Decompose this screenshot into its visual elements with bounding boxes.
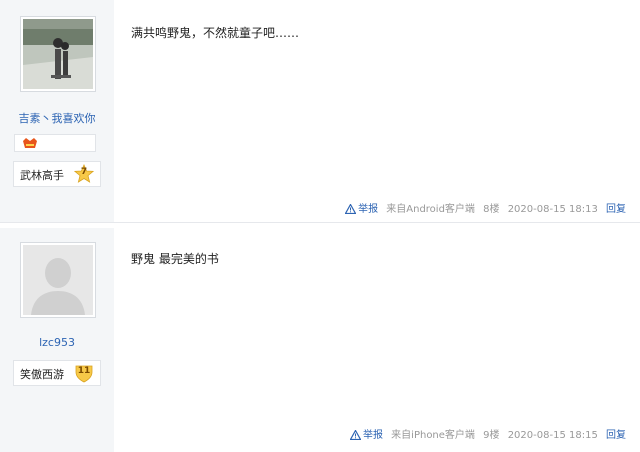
reply-button[interactable]: 回复 [606,204,626,215]
report-label: 举报 [358,204,379,215]
member-badge-icon [23,138,37,148]
avatar[interactable] [20,16,96,92]
level-name: 笑傲西游 [20,368,64,381]
level-name: 武林高手 [20,169,64,182]
client-source: 来自Android客户端 [386,204,475,215]
username-link[interactable]: 吉素丶我喜欢你 [0,110,114,126]
level-star-icon: 7 [74,164,94,184]
post-content: 满共鸣野鬼，不然就童子吧…… [131,26,300,40]
post-floor-9: lzc953 笑傲西游 11 野鬼 最完美的书 举报 来自iPhone客户端 9… [0,228,640,452]
floor-number: 9楼 [483,430,500,441]
floor-number: 8楼 [483,204,500,215]
member-badge [14,134,96,152]
client-source: 来自iPhone客户端 [391,430,475,441]
level-number: 11 [77,366,91,376]
report-button[interactable]: 举报 [345,204,378,215]
default-avatar-icon [23,245,93,315]
warning-triangle-icon [345,204,357,214]
level-shield-icon: 11 [74,363,94,383]
report-label: 举报 [362,430,383,441]
post-timestamp: 2020-08-15 18:15 [507,430,598,441]
username-link[interactable]: lzc953 [0,336,114,349]
warning-triangle-icon [349,430,361,440]
author-sidebar: 吉素丶我喜欢你 武林高手 7 [0,0,114,222]
post-footer: 举报 来自Android客户端 8楼 2020-08-15 18:13 回复 [340,200,626,215]
post-content: 野鬼 最完美的书 [131,252,219,266]
post-footer: 举报 来自iPhone客户端 9楼 2020-08-15 18:15 回复 [345,426,626,441]
user-photo-avatar [23,19,93,89]
avatar[interactable] [20,242,96,318]
reply-button[interactable]: 回复 [606,430,626,441]
level-badge: 笑傲西游 11 [13,360,101,386]
post-timestamp: 2020-08-15 18:13 [507,204,598,215]
report-button[interactable]: 举报 [349,430,383,441]
level-number: 7 [80,167,88,177]
level-badge: 武林高手 7 [13,161,101,187]
author-sidebar: lzc953 笑傲西游 11 [0,228,114,452]
post-floor-8: 吉素丶我喜欢你 武林高手 7 满共鸣野鬼，不然就童子吧…… 举报 来自Andro… [0,0,640,222]
